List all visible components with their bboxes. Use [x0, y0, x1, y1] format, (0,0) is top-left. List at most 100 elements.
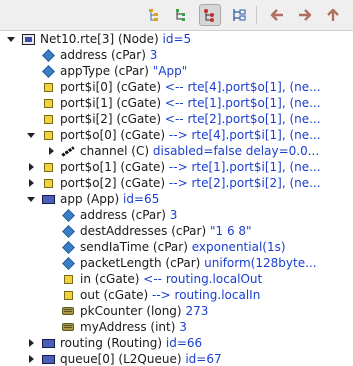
tree-row-value: id=66 [165, 336, 203, 350]
gate-icon-shape [43, 178, 53, 188]
gate-icon [40, 79, 56, 95]
expand-right-icon[interactable] [26, 175, 36, 191]
tree-row[interactable]: routing (Routing) id=66 [0, 335, 353, 351]
tree-row-name: address (cPar) [60, 48, 146, 62]
tree-row-value: --> rte[2].port$i[2], (ne... [168, 176, 321, 190]
tree-row-name: pkCounter (long) [80, 304, 182, 318]
parameter-icon-shape [41, 64, 55, 78]
expand-right-icon[interactable] [46, 143, 56, 159]
tree-row-value: --> routing.localIn [152, 288, 261, 302]
tree-row-value: 3 [149, 48, 158, 62]
group-icon[interactable] [170, 4, 192, 26]
chevron-down-icon [7, 36, 15, 42]
expand-right-icon[interactable] [26, 159, 36, 175]
tree-row-name: in (cGate) [80, 272, 140, 286]
forward-icon[interactable] [294, 4, 316, 26]
gate-icon-shape [43, 130, 53, 140]
tree-row-label: pkCounter (long) 273 [80, 303, 208, 319]
tree-row-label: app (App) id=65 [60, 191, 159, 207]
sort-icon[interactable] [144, 4, 166, 26]
expand-down-icon[interactable] [26, 127, 36, 143]
expand-right-icon[interactable] [26, 335, 36, 351]
expand-right-icon[interactable] [26, 351, 36, 366]
tree-row[interactable]: pkCounter (long) 273 [0, 303, 353, 319]
gate-icon [40, 159, 56, 175]
tree-row-value: --> rte[1].port$i[1], (ne... [168, 160, 321, 174]
tree-row[interactable]: port$o[1] (cGate) --> rte[1].port$i[1], … [0, 159, 353, 175]
chevron-down-icon [27, 132, 35, 138]
collapse-all-icon[interactable] [228, 4, 250, 26]
tree-row-value: disabled=false delay=0.0... [152, 144, 320, 158]
tree-row-label: address (cPar) 3 [80, 207, 177, 223]
tree-row[interactable]: port$i[2] (cGate) <-- rte[2].port$o[1], … [0, 111, 353, 127]
module-icon [40, 191, 56, 207]
parameter-icon-shape [61, 208, 75, 222]
parameter-icon [40, 47, 56, 63]
gate-icon-shape [43, 82, 53, 92]
module-icon-shape [41, 338, 55, 348]
tree-row[interactable]: appType (cPar) "App" [0, 63, 353, 79]
expand-down-icon[interactable] [6, 31, 16, 47]
up-icon[interactable] [322, 4, 344, 26]
tree-row-label: port$o[2] (cGate) --> rte[2].port$i[2], … [60, 175, 321, 191]
tree-row[interactable]: out (cGate) --> routing.localIn [0, 287, 353, 303]
variable-icon-shape [62, 322, 74, 332]
variable-icon [60, 319, 76, 335]
variable-icon [60, 303, 76, 319]
tree-row-value: "App" [152, 64, 188, 78]
tree-row-value: --> rte[4].port$i[1], (ne... [168, 128, 321, 142]
tree-row[interactable]: sendIaTime (cPar) exponential(1s) [0, 239, 353, 255]
tree-row[interactable]: in (cGate) <-- routing.localOut [0, 271, 353, 287]
gate-icon [40, 111, 56, 127]
parameter-icon [60, 223, 76, 239]
gate-icon [40, 175, 56, 191]
tree-row[interactable]: port$i[1] (cGate) <-- rte[1].port$o[1], … [0, 95, 353, 111]
flat-tree-icon[interactable] [199, 4, 221, 26]
tree-row-value: "1 6 8" [209, 224, 252, 238]
chevron-right-icon [28, 355, 34, 363]
tree-row[interactable]: destAddresses (cPar) "1 6 8" [0, 223, 353, 239]
tree-row-label: appType (cPar) "App" [60, 63, 187, 79]
tree-row-label: address (cPar) 3 [60, 47, 157, 63]
tree-row[interactable]: port$o[2] (cGate) --> rte[2].port$i[2], … [0, 175, 353, 191]
network-module-icon-shape [21, 33, 35, 45]
tree-row-label: port$i[1] (cGate) <-- rte[1].port$o[1], … [60, 95, 321, 111]
tree-row[interactable]: port$i[0] (cGate) <-- rte[4].port$o[1], … [0, 79, 353, 95]
tree-row-name: sendIaTime (cPar) [80, 240, 188, 254]
expand-down-icon[interactable] [26, 191, 36, 207]
tree-row-name: port$o[1] (cGate) [60, 160, 166, 174]
tree-row-label: port$i[0] (cGate) <-- rte[4].port$o[1], … [60, 79, 321, 95]
tree-row-label: destAddresses (cPar) "1 6 8" [80, 223, 252, 239]
tree-row[interactable]: packetLength (cPar) uniform(128byte... [0, 255, 353, 271]
parameter-icon [40, 63, 56, 79]
object-tree[interactable]: Net10.rte[3] (Node) id=5 address (cPar) 3… [0, 30, 353, 366]
tree-row-value: <-- rte[1].port$o[1], (ne... [164, 96, 321, 110]
tree-row-name: app (App) [60, 192, 120, 206]
back-icon[interactable] [266, 4, 288, 26]
gate-icon [60, 271, 76, 287]
tree-row[interactable]: port$o[0] (cGate) --> rte[4].port$i[1], … [0, 127, 353, 143]
network-module-icon [20, 31, 36, 47]
tree-row-value: <-- rte[4].port$o[1], (ne... [164, 80, 321, 94]
tree-row-label: myAddress (int) 3 [80, 319, 187, 335]
tree-row[interactable]: address (cPar) 3 [0, 47, 353, 63]
tree-row-value: <-- routing.localOut [143, 272, 263, 286]
tree-row-label: port$o[0] (cGate) --> rte[4].port$i[1], … [60, 127, 321, 143]
tree-row[interactable]: myAddress (int) 3 [0, 319, 353, 335]
tree-row-name: port$i[2] (cGate) [60, 112, 162, 126]
tree-row[interactable]: queue[0] (L2Queue) id=67 [0, 351, 353, 366]
tree-row[interactable]: Net10.rte[3] (Node) id=5 [0, 31, 353, 47]
gate-icon-shape [63, 274, 73, 284]
tree-row[interactable]: app (App) id=65 [0, 191, 353, 207]
chevron-down-icon [27, 196, 35, 202]
tree-row-label: queue[0] (L2Queue) id=67 [60, 351, 222, 366]
tree-row[interactable]: address (cPar) 3 [0, 207, 353, 223]
gate-icon [60, 287, 76, 303]
tree-row[interactable]: channel (C) disabled=false delay=0.0... [0, 143, 353, 159]
